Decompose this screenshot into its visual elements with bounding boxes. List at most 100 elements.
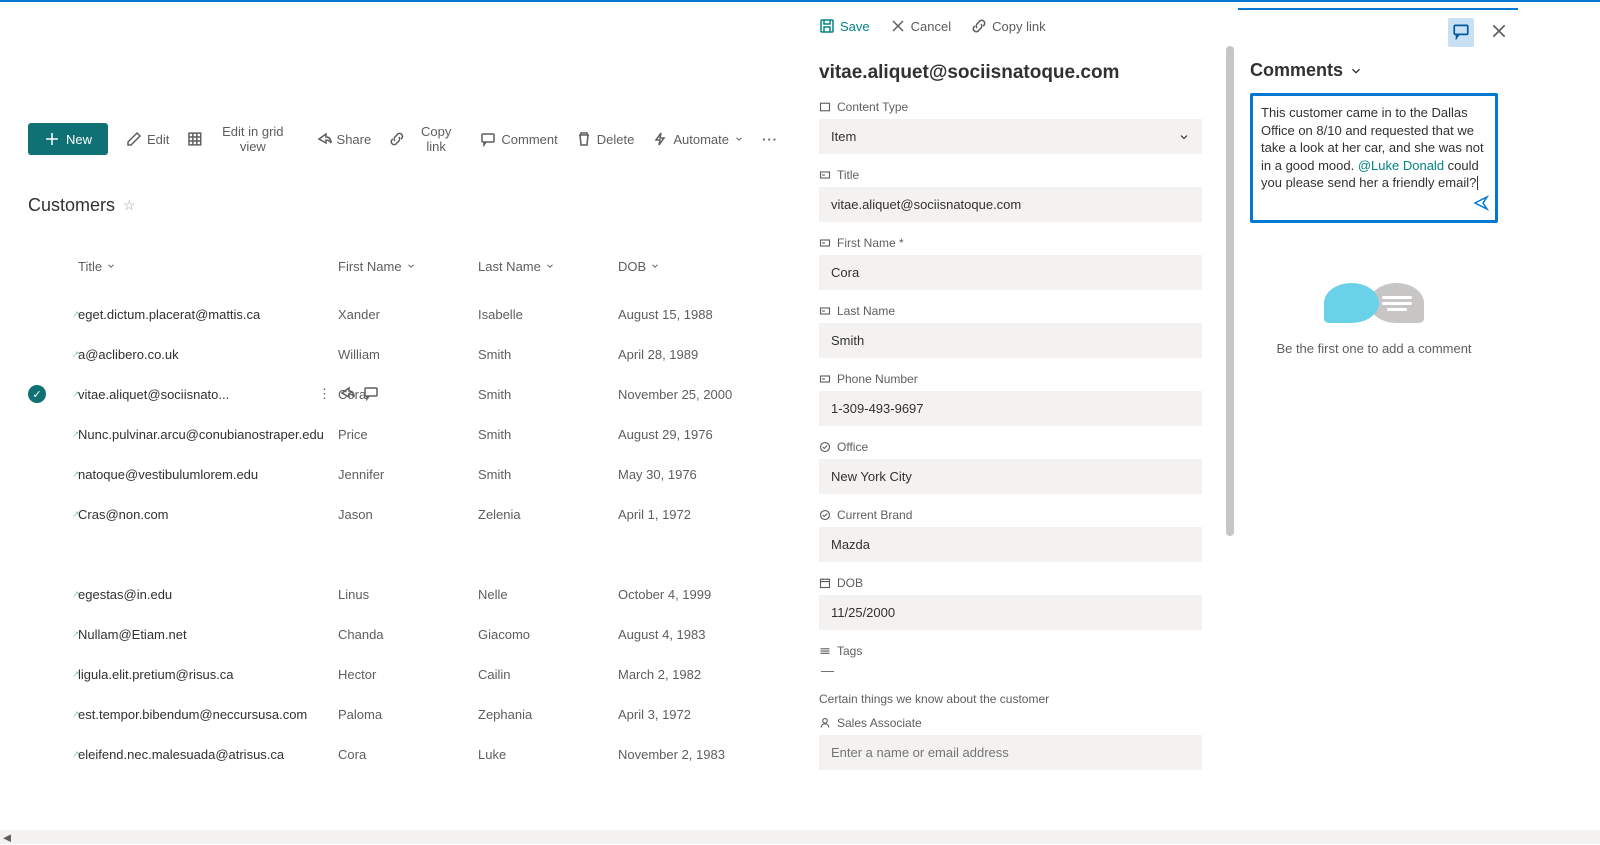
horizontal-scrollbar[interactable]: ◄	[0, 830, 1600, 844]
cell-firstname: Cora	[338, 747, 478, 762]
cell-firstname: Price	[338, 427, 478, 442]
label-sales: Sales Associate	[819, 716, 1202, 730]
table-row[interactable]: ✓↗vitae.aliquet@sociisnato...⋮CoraSmithN…	[28, 374, 778, 414]
label-tags: Tags	[819, 644, 1202, 658]
share-button[interactable]: Share	[316, 131, 372, 147]
details-form: Content Type Item Title First Name * Las…	[819, 100, 1208, 784]
table-header: Title First Name Last Name DOB	[28, 246, 778, 286]
value-tags: —	[819, 663, 1202, 678]
edit-grid-button[interactable]: Edit in grid view	[187, 124, 297, 154]
label-contenttype: Content Type	[819, 100, 1202, 114]
input-phone[interactable]	[819, 391, 1202, 426]
cell-title[interactable]: ↗Cras@non.com	[78, 507, 338, 522]
details-scrollbar[interactable]	[1226, 46, 1236, 806]
column-title[interactable]: Title	[78, 259, 338, 274]
comments-header[interactable]: Comments	[1250, 60, 1498, 81]
column-firstname[interactable]: First Name	[338, 259, 478, 274]
label-lastname: Last Name	[819, 304, 1202, 318]
table-row[interactable]: ↗eleifend.nec.malesuada@atrisus.caCoraLu…	[28, 734, 778, 774]
cell-dob: May 30, 1976	[618, 467, 778, 482]
label-phone: Phone Number	[819, 372, 1202, 386]
row-comment-icon[interactable]	[363, 385, 379, 404]
cell-title[interactable]: ↗vitae.aliquet@sociisnato...⋮	[78, 387, 338, 402]
cell-dob: October 4, 1999	[618, 587, 778, 602]
cell-title[interactable]: ↗est.tempor.bibendum@neccursusa.com	[78, 707, 338, 722]
overflow-button[interactable]: ···	[762, 132, 778, 147]
input-title[interactable]	[819, 187, 1202, 222]
cell-title[interactable]: ↗ligula.elit.pretium@risus.ca	[78, 667, 338, 682]
label-firstname: First Name *	[819, 236, 1202, 250]
comment-draft-text: This customer came in to the Dallas Offi…	[1261, 104, 1487, 192]
comment-button[interactable]: Comment	[480, 131, 557, 147]
cell-title[interactable]: ↗eleifend.nec.malesuada@atrisus.ca	[78, 747, 338, 762]
table-row[interactable]: ↗Nunc.pulvinar.arcu@conubianostraper.edu…	[28, 414, 778, 454]
cell-lastname: Smith	[478, 467, 618, 482]
table-row[interactable]: ↗est.tempor.bibendum@neccursusa.comPalom…	[28, 694, 778, 734]
comment-input-box[interactable]: This customer came in to the Dallas Offi…	[1250, 93, 1498, 223]
cell-title[interactable]: ↗Nunc.pulvinar.arcu@conubianostraper.edu	[78, 427, 338, 442]
column-lastname[interactable]: Last Name	[478, 259, 618, 274]
input-office[interactable]	[819, 459, 1202, 494]
table-row[interactable]: ↗natoque@vestibulumlorem.eduJenniferSmit…	[28, 454, 778, 494]
cell-firstname: Jason	[338, 507, 478, 522]
cell-title[interactable]: ↗Nullam@Etiam.net	[78, 627, 338, 642]
table-row[interactable]: ↗Nullam@Etiam.netChandaGiacomoAugust 4, …	[28, 614, 778, 654]
delete-button[interactable]: Delete	[576, 131, 635, 147]
cell-lastname: Isabelle	[478, 307, 618, 322]
label-dob: DOB	[819, 576, 1202, 590]
cell-lastname: Zephania	[478, 707, 618, 722]
cell-dob: November 2, 1983	[618, 747, 778, 762]
details-title: vitae.aliquet@sociisnatoque.com	[819, 62, 1208, 84]
list-title: Customers	[28, 195, 115, 216]
input-dob[interactable]	[819, 595, 1202, 630]
cell-firstname: Linus	[338, 587, 478, 602]
new-button[interactable]: New	[28, 123, 108, 155]
cell-dob: April 3, 1972	[618, 707, 778, 722]
cell-dob: November 25, 2000	[618, 387, 778, 402]
chevron-down-icon	[1349, 64, 1363, 78]
table-row[interactable]: ↗Cras@non.comJasonZeleniaApril 1, 1972	[28, 494, 778, 534]
table-row[interactable]: ↗a@aclibero.co.ukWilliamSmithApril 28, 1…	[28, 334, 778, 374]
input-lastname[interactable]	[819, 323, 1202, 358]
toggle-comments-icon[interactable]	[1448, 18, 1474, 47]
input-contenttype[interactable]: Item	[819, 119, 1202, 154]
copy-link-button[interactable]: Copy link	[389, 124, 462, 154]
empty-graphic-icon	[1250, 283, 1498, 323]
edit-button[interactable]: Edit	[126, 131, 169, 147]
table-row[interactable]: ↗eget.dictum.placerat@mattis.caXanderIsa…	[28, 294, 778, 334]
cancel-button[interactable]: Cancel	[890, 18, 951, 34]
cell-dob: August 15, 1988	[618, 307, 778, 322]
row-share-icon[interactable]	[339, 385, 355, 404]
cell-lastname: Luke	[478, 747, 618, 762]
send-icon[interactable]	[1473, 195, 1489, 214]
row-actions: ⋮	[318, 385, 379, 404]
favorite-icon[interactable]: ☆	[123, 197, 136, 214]
save-button[interactable]: Save	[819, 18, 870, 34]
input-brand[interactable]	[819, 527, 1202, 562]
cell-firstname: William	[338, 347, 478, 362]
cell-title[interactable]: ↗egestas@in.edu	[78, 587, 338, 602]
comments-pane: Comments This customer came in to the Da…	[1238, 8, 1518, 844]
cell-dob: March 2, 1982	[618, 667, 778, 682]
row-selected-icon[interactable]: ✓	[28, 385, 46, 403]
comments-empty-state: Be the first one to add a comment	[1250, 283, 1498, 356]
input-sales[interactable]	[819, 735, 1202, 770]
cell-title[interactable]: ↗a@aclibero.co.uk	[78, 347, 338, 362]
cell-lastname: Zelenia	[478, 507, 618, 522]
command-bar: New Edit Edit in grid view Share Copy li…	[28, 123, 778, 155]
cell-title[interactable]: ↗eget.dictum.placerat@mattis.ca	[78, 307, 338, 322]
cell-title[interactable]: ↗natoque@vestibulumlorem.edu	[78, 467, 338, 482]
mention-tag[interactable]: @Luke Donald	[1358, 158, 1444, 173]
automate-button[interactable]: Automate	[652, 131, 744, 147]
table-row[interactable]: ↗egestas@in.eduLinusNelleOctober 4, 1999	[28, 574, 778, 614]
cell-lastname: Smith	[478, 387, 618, 402]
cell-dob: August 29, 1976	[618, 427, 778, 442]
row-more-icon[interactable]: ⋮	[318, 386, 331, 402]
details-copy-link-button[interactable]: Copy link	[971, 18, 1045, 34]
details-pane: Save Cancel Copy link vitae.aliquet@soci…	[798, 8, 1238, 844]
column-dob[interactable]: DOB	[618, 259, 778, 274]
close-panel-icon[interactable]	[1490, 22, 1508, 43]
cell-lastname: Smith	[478, 347, 618, 362]
table-row[interactable]: ↗ligula.elit.pretium@risus.caHectorCaili…	[28, 654, 778, 694]
input-firstname[interactable]	[819, 255, 1202, 290]
